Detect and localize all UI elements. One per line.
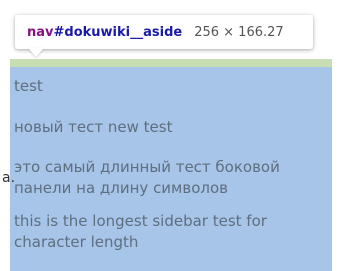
sidebar-item-test[interactable]: test [14, 76, 332, 97]
sidebar-list: test новый тест new test это самый длинн… [14, 67, 332, 253]
sidebar-item-new-test[interactable]: новый тест new test [14, 117, 332, 138]
tooltip-tag-name: nav [27, 24, 54, 40]
tooltip-element-id: #dokuwiki__aside [53, 24, 183, 40]
tooltip-arrow [28, 48, 44, 57]
sidebar-item-long-russian[interactable]: это самый длинный тест боковой панели на… [14, 157, 332, 199]
aside-margin-strip [10, 59, 332, 67]
sidebar-item-long-english[interactable]: this is the longest sidebar test for cha… [14, 211, 332, 253]
tooltip-dimensions: 256 × 166.27 [194, 24, 284, 40]
devtools-element-tooltip: nav #dokuwiki__aside 256 × 166.27 [15, 15, 313, 49]
